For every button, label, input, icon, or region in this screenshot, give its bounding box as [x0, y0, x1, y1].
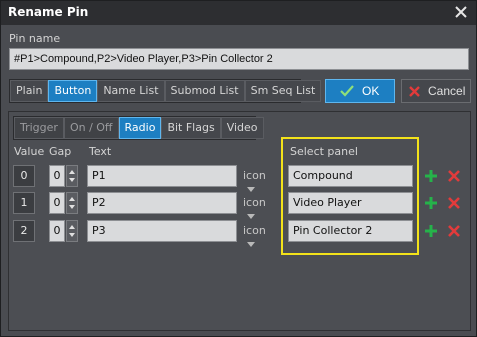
text-input[interactable]: P1: [87, 165, 237, 187]
tab-bit-flags[interactable]: Bit Flags: [161, 117, 221, 139]
up-down-arrows-icon: [69, 197, 75, 209]
gap-column-header: Gap: [49, 145, 72, 158]
plus-icon: [425, 225, 437, 237]
ok-label: OK: [362, 84, 380, 98]
icon-dropdown[interactable]: icon: [243, 169, 266, 195]
tab-plain[interactable]: Plain: [10, 80, 49, 102]
icon-dropdown[interactable]: icon: [243, 196, 266, 222]
tab-submod-list[interactable]: Submod List: [164, 80, 245, 102]
value-column-header: Value: [14, 145, 45, 158]
up-down-arrows-icon: [69, 170, 75, 182]
plus-icon: [425, 197, 437, 209]
delete-row-button[interactable]: [447, 196, 461, 210]
delete-row-button[interactable]: [447, 224, 461, 238]
title-bar[interactable]: Rename Pin: [1, 1, 476, 25]
value-box: 0: [13, 165, 35, 187]
up-down-arrows-icon: [69, 225, 75, 237]
gap-stepper[interactable]: [66, 220, 78, 242]
tab-trigger[interactable]: Trigger: [14, 117, 64, 139]
icon-dropdown-label: icon: [243, 169, 266, 182]
text-input[interactable]: P3: [87, 220, 237, 242]
checkmark-icon: [340, 85, 354, 97]
ok-button[interactable]: OK: [325, 79, 395, 103]
delete-row-button[interactable]: [447, 169, 461, 183]
rename-pin-dialog: Rename Pin Pin name PlainButtonName List…: [0, 0, 477, 337]
add-row-button[interactable]: [424, 224, 438, 238]
text-input[interactable]: P2: [87, 192, 237, 214]
tab-video[interactable]: Video: [220, 117, 264, 139]
plus-icon: [425, 170, 437, 182]
tab-sm-seq-list[interactable]: Sm Seq List: [244, 80, 322, 102]
button-mode-tabs: Trigger On / Off Radio Bit Flags Video: [13, 116, 264, 140]
cancel-label: Cancel: [428, 84, 466, 98]
value-box: 2: [13, 220, 35, 242]
pin-name-label: Pin name: [9, 32, 61, 45]
delete-x-icon: [448, 225, 460, 237]
gap-input[interactable]: 0: [49, 220, 65, 242]
pin-type-tabs: Plain Button Name List Submod List Sm Seq Li…: [9, 79, 322, 103]
icon-dropdown-label: icon: [243, 196, 266, 209]
tab-on-off[interactable]: On / Off: [63, 117, 119, 139]
icon-dropdown[interactable]: icon: [243, 224, 266, 250]
gap-stepper[interactable]: [66, 192, 78, 214]
text-column-header: Text: [89, 145, 112, 158]
chevron-down-icon: [247, 213, 255, 219]
add-row-button[interactable]: [424, 169, 438, 183]
pin-name-input[interactable]: [9, 48, 469, 70]
gap-input[interactable]: 0: [49, 165, 65, 187]
cancel-x-icon: [409, 86, 420, 97]
chevron-down-icon: [247, 186, 255, 192]
gap-stepper[interactable]: [66, 165, 78, 187]
dialog-title: Rename Pin: [8, 5, 89, 19]
delete-x-icon: [448, 170, 460, 182]
value-box: 1: [13, 192, 35, 214]
gap-input[interactable]: 0: [49, 192, 65, 214]
icon-dropdown-label: icon: [243, 224, 266, 237]
delete-x-icon: [448, 197, 460, 209]
select-panel-highlight: [281, 137, 419, 255]
tab-button[interactable]: Button: [48, 80, 98, 102]
tab-name-list[interactable]: Name List: [97, 80, 165, 102]
tab-radio[interactable]: Radio: [118, 117, 162, 139]
chevron-down-icon: [247, 241, 255, 247]
cancel-button[interactable]: Cancel: [401, 79, 471, 103]
add-row-button[interactable]: [424, 196, 438, 210]
close-icon[interactable]: [452, 3, 470, 21]
